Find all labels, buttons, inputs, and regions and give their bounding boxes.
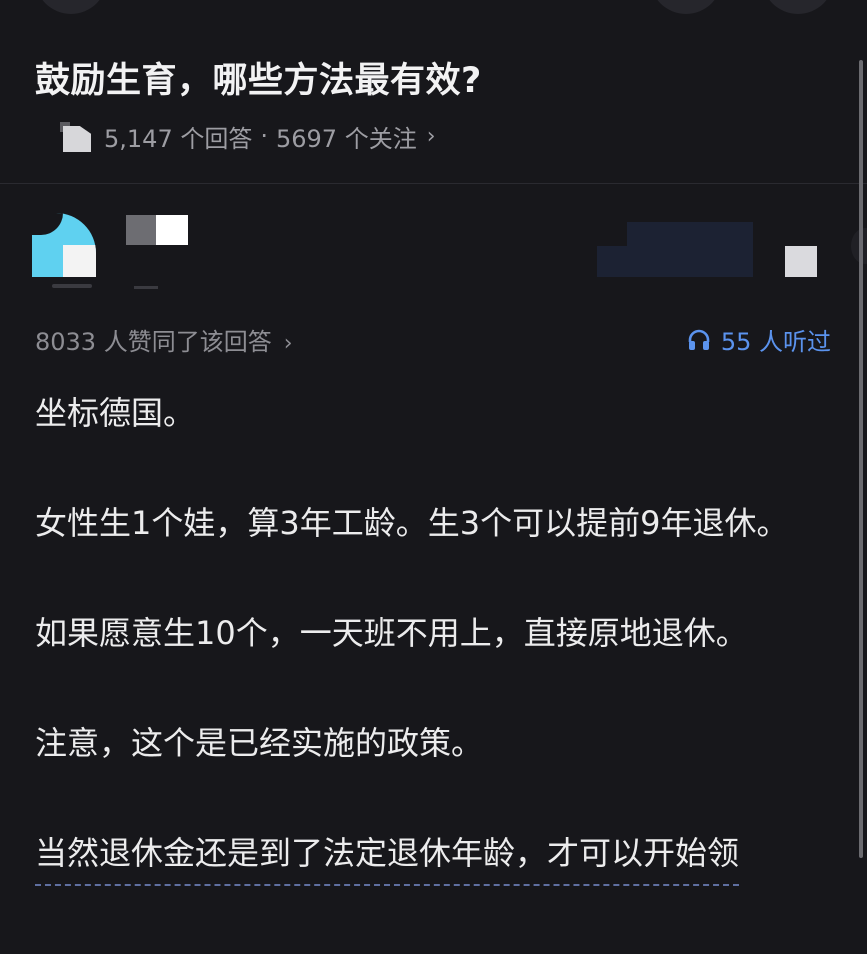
- author-badge-redacted: [52, 284, 92, 288]
- answer-paragraph: 注意，这个是已经实施的政策。: [35, 724, 484, 762]
- followers-count: 5697 个关注: [275, 124, 417, 153]
- question-meta[interactable]: 5,147 个回答 · 5697 个关注 ›: [60, 118, 436, 154]
- chevron-right-icon: ›: [283, 331, 293, 356]
- listen-button[interactable]: 55 人听过: [687, 322, 831, 357]
- chevron-right-icon: ›: [426, 123, 436, 149]
- zhihu-answer-page: 鼓励生育，哪些方法最有效? 5,147 个回答 · 5697 个关注 › 803…: [0, 0, 867, 954]
- answers-count: 5,147 个回答: [104, 124, 253, 153]
- author-name-redacted[interactable]: [126, 215, 188, 245]
- question-title[interactable]: 鼓励生育，哪些方法最有效?: [35, 52, 482, 103]
- scrollbar[interactable]: [859, 60, 863, 858]
- listen-count-text: 55 人听过: [720, 328, 831, 356]
- answer-paragraph: 如果愿意生10个，一天班不用上，直接原地退休。: [35, 614, 748, 652]
- headphones-icon: [688, 329, 710, 350]
- answer-paragraph-highlighted[interactable]: 当然退休金还是到了法定退休年龄，才可以开始领: [35, 825, 740, 886]
- author-bio-redacted: [134, 286, 158, 289]
- back-button[interactable]: [35, 0, 107, 14]
- vote-summary[interactable]: 8033 人赞同了该回答 ›: [35, 322, 293, 357]
- author-avatar[interactable]: [32, 213, 96, 277]
- share-button[interactable]: [650, 0, 722, 14]
- answer-body: 坐标德国。 女性生1个娃，算3年工龄。生3个可以提前9年退休。 如果愿意生10个…: [35, 385, 825, 886]
- vote-count-text: 8033 人赞同了该回答: [35, 328, 272, 356]
- follow-button[interactable]: [597, 222, 753, 277]
- avatar-stack-icon: [60, 120, 94, 152]
- author-more-icon[interactable]: [785, 246, 817, 277]
- answer-paragraph: 女性生1个娃，算3年工龄。生3个可以提前9年退休。: [35, 504, 789, 542]
- meta-separator: ·: [260, 122, 268, 150]
- answer-paragraph: 坐标德国。: [35, 394, 196, 432]
- more-options-button[interactable]: [762, 0, 834, 14]
- divider: [0, 183, 867, 184]
